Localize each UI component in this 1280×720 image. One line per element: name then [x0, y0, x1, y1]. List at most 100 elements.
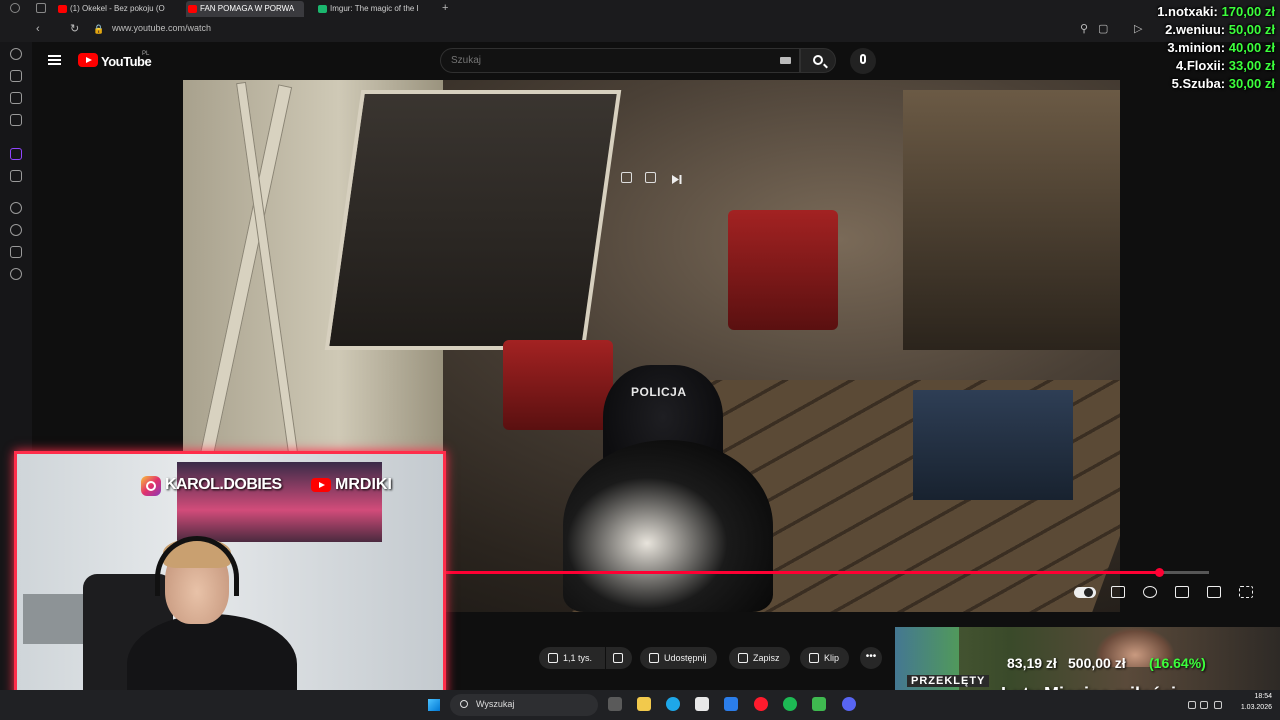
player-icon[interactable]: ▷: [1134, 23, 1142, 35]
bookmark-icon: [738, 653, 748, 663]
mail-icon[interactable]: [724, 697, 738, 711]
store-icon[interactable]: [695, 697, 709, 711]
save-button[interactable]: Zapisz: [729, 647, 790, 669]
bookmarks-icon[interactable]: [10, 92, 22, 104]
task-view-icon[interactable]: [608, 697, 622, 711]
more-actions-button[interactable]: •••: [860, 647, 882, 669]
hamburger-menu-icon[interactable]: [48, 55, 61, 65]
clip-button[interactable]: Klip: [800, 647, 850, 669]
file-explorer-icon[interactable]: [637, 697, 651, 711]
autoplay-toggle[interactable]: [1074, 587, 1096, 598]
country-code: PL: [142, 51, 150, 57]
settings-icon[interactable]: [10, 268, 22, 280]
leaderboard-amount: 40,00 zł: [1228, 40, 1275, 55]
share-icon: [649, 653, 659, 663]
leaderboard-rank: 4.: [1175, 58, 1187, 73]
tab-overview-icon[interactable]: [36, 3, 46, 13]
spotify-icon[interactable]: [783, 697, 797, 711]
cast-icon[interactable]: [1207, 586, 1221, 598]
pin-icon[interactable]: ⚲: [1080, 23, 1088, 35]
tab-imgur[interactable]: Imgur: The magic of the I: [316, 1, 434, 17]
search-icon: [460, 700, 468, 708]
fullscreen-icon[interactable]: [1239, 586, 1253, 598]
video-scrubber-handle[interactable]: [1155, 568, 1165, 577]
webcam-overlay: KAROL.DOBIES MRDIKI: [14, 451, 446, 699]
taskbar-search-label: Wyszukaj: [476, 699, 515, 709]
opera-icon[interactable]: [754, 697, 768, 711]
like-count: 1,1 tys.: [563, 653, 593, 663]
leaderboard-name: minion:: [1178, 40, 1226, 55]
leaderboard-row: 4.Floxii: 33,00 zł: [1176, 58, 1275, 73]
theater-mode-icon[interactable]: [1175, 586, 1189, 598]
like-button[interactable]: 1,1 tys.: [539, 647, 605, 669]
opera-menu-icon[interactable]: [10, 3, 20, 13]
youtube-handle: MRDIKI: [335, 476, 392, 493]
leaderboard-name: notxaki:: [1168, 4, 1218, 19]
webcam-banner: [177, 462, 382, 542]
dislike-button[interactable]: [606, 647, 632, 669]
network-icon[interactable]: [1200, 701, 1208, 709]
leaderboard-amount: 30,00 zł: [1228, 76, 1275, 91]
volume-icon[interactable]: [1214, 701, 1222, 709]
subtitles-icon[interactable]: [1111, 586, 1125, 598]
app-icon[interactable]: [812, 697, 826, 711]
youtube-logo-icon[interactable]: [78, 53, 98, 67]
skip-next-icon[interactable]: [671, 172, 682, 184]
extensions-icon[interactable]: [10, 246, 22, 258]
tray-chevron-icon[interactable]: [1188, 701, 1196, 709]
popout-icon[interactable]: [645, 172, 656, 183]
share-button[interactable]: Udostępnij: [640, 647, 717, 669]
goal-progress-fill: [895, 627, 960, 698]
leaderboard-amount: 170,00 zł: [1221, 4, 1276, 19]
taskbar-time[interactable]: 18:54: [1232, 693, 1272, 700]
search-button[interactable]: [800, 48, 836, 73]
search-input[interactable]: [451, 55, 771, 66]
messenger-icon[interactable]: [10, 114, 22, 126]
history-icon[interactable]: [10, 224, 22, 236]
video-progress-fill: [443, 571, 1160, 574]
leaderboard-row: 5.Szuba: 30,00 zł: [1172, 76, 1275, 91]
video-scene-right-shelf: [903, 90, 1120, 350]
aria-icon[interactable]: [10, 48, 22, 60]
x-icon[interactable]: [10, 170, 22, 182]
lock-icon[interactable]: 🔒: [93, 23, 104, 35]
leaderboard-rank: 3.: [1167, 40, 1179, 55]
workspace-icon[interactable]: [10, 70, 22, 82]
thumbs-down-icon: [613, 653, 623, 663]
donation-goal-widget: PRZEKLĘTY 83,19 zł 500,00 zł (16.64%) Lu…: [895, 627, 1280, 698]
back-icon[interactable]: ‹: [36, 23, 40, 35]
leaderboard-amount: 33,00 zł: [1228, 58, 1275, 73]
player-sidebar-icon[interactable]: [10, 202, 22, 214]
settings-gear-icon[interactable]: [1143, 586, 1157, 598]
new-tab-button[interactable]: +: [442, 1, 448, 15]
miniplayer-icon[interactable]: [621, 172, 632, 183]
tab-okekel[interactable]: (1) Okekel - Bez pokoju (O: [56, 1, 174, 17]
search-icon: [813, 55, 823, 65]
taskbar-date[interactable]: 1.03.2026: [1232, 704, 1272, 711]
keyboard-icon[interactable]: [780, 57, 791, 64]
youtube-favicon-icon: [188, 5, 197, 13]
discord-icon[interactable]: [842, 697, 856, 711]
search-box[interactable]: [440, 48, 800, 73]
leaderboard-row: 1.notxaki: 170,00 zł: [1157, 4, 1275, 19]
tab-label: Imgur: The magic of the I: [330, 4, 419, 13]
video-scene-bins: [913, 390, 1073, 500]
taskbar-search[interactable]: Wyszukaj: [450, 694, 598, 716]
tab-label: (1) Okekel - Bez pokoju (O: [70, 4, 165, 13]
video-scene-shelf: [324, 90, 622, 350]
edge-icon[interactable]: [666, 697, 680, 711]
goal-current-amount: 83,19 zł: [1007, 655, 1057, 671]
windows-start-icon[interactable]: [428, 699, 440, 711]
voice-search-button[interactable]: [850, 48, 876, 74]
twitch-icon[interactable]: [10, 148, 22, 160]
leaderboard-name: weniuu:: [1176, 22, 1226, 37]
windows-taskbar: Wyszukaj 18:54 1.03.2026: [0, 690, 1280, 720]
video-progress-bar[interactable]: [443, 568, 1209, 577]
url-field[interactable]: www.youtube.com/watch: [112, 23, 211, 33]
tab-fan-pomaga[interactable]: FAN POMAGA W PORWA: [186, 1, 304, 17]
reload-icon[interactable]: ↻: [70, 23, 79, 35]
webcam-scene-object: [23, 594, 83, 644]
streamer: [127, 536, 297, 696]
browser-tab-strip: (1) Okekel - Bez pokoju (O FAN POMAGA W …: [0, 0, 1280, 18]
snapshot-icon[interactable]: ▢: [1098, 23, 1108, 35]
